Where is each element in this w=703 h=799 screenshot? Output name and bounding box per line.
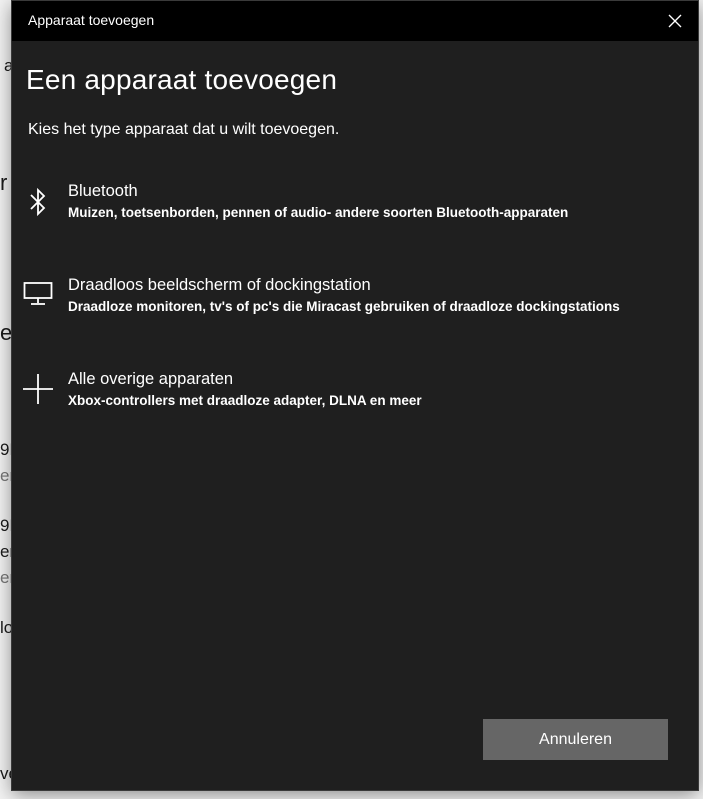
plus-icon bbox=[20, 371, 56, 407]
background-text-fragment: r bbox=[0, 170, 8, 195]
option-description: Xbox-controllers met draadloze adapter, … bbox=[68, 393, 422, 408]
option-title: Draadloos beeldscherm of dockingstation bbox=[68, 276, 371, 294]
cancel-button[interactable]: Annuleren bbox=[483, 719, 668, 760]
add-device-dialog: Apparaat toevoegen Een apparaat toevoege… bbox=[12, 1, 698, 790]
option-other-devices[interactable]: Alle overige apparaten Xbox-controllers … bbox=[12, 370, 698, 440]
title-bar[interactable]: Apparaat toevoegen bbox=[12, 1, 698, 41]
page-subtitle: Kies het type apparaat dat u wilt toevoe… bbox=[28, 121, 340, 138]
close-button[interactable] bbox=[652, 1, 698, 41]
bluetooth-icon bbox=[20, 184, 56, 220]
monitor-icon bbox=[20, 276, 56, 312]
close-icon bbox=[668, 14, 682, 28]
option-description: Draadloze monitoren, tv's of pc's die Mi… bbox=[68, 299, 620, 314]
option-wireless-display[interactable]: Draadloos beeldscherm of dockingstation … bbox=[12, 276, 698, 346]
option-description: Muizen, toetsenborden, pennen of audio- … bbox=[68, 205, 569, 220]
option-title: Bluetooth bbox=[68, 182, 138, 200]
page-title: Een apparaat toevoegen bbox=[26, 64, 338, 95]
background-text-fragment: e bbox=[0, 320, 13, 345]
window-title: Apparaat toevoegen bbox=[28, 12, 155, 28]
option-title: Alle overige apparaten bbox=[68, 370, 234, 388]
option-bluetooth[interactable]: Bluetooth Muizen, toetsenborden, pennen … bbox=[12, 182, 698, 252]
